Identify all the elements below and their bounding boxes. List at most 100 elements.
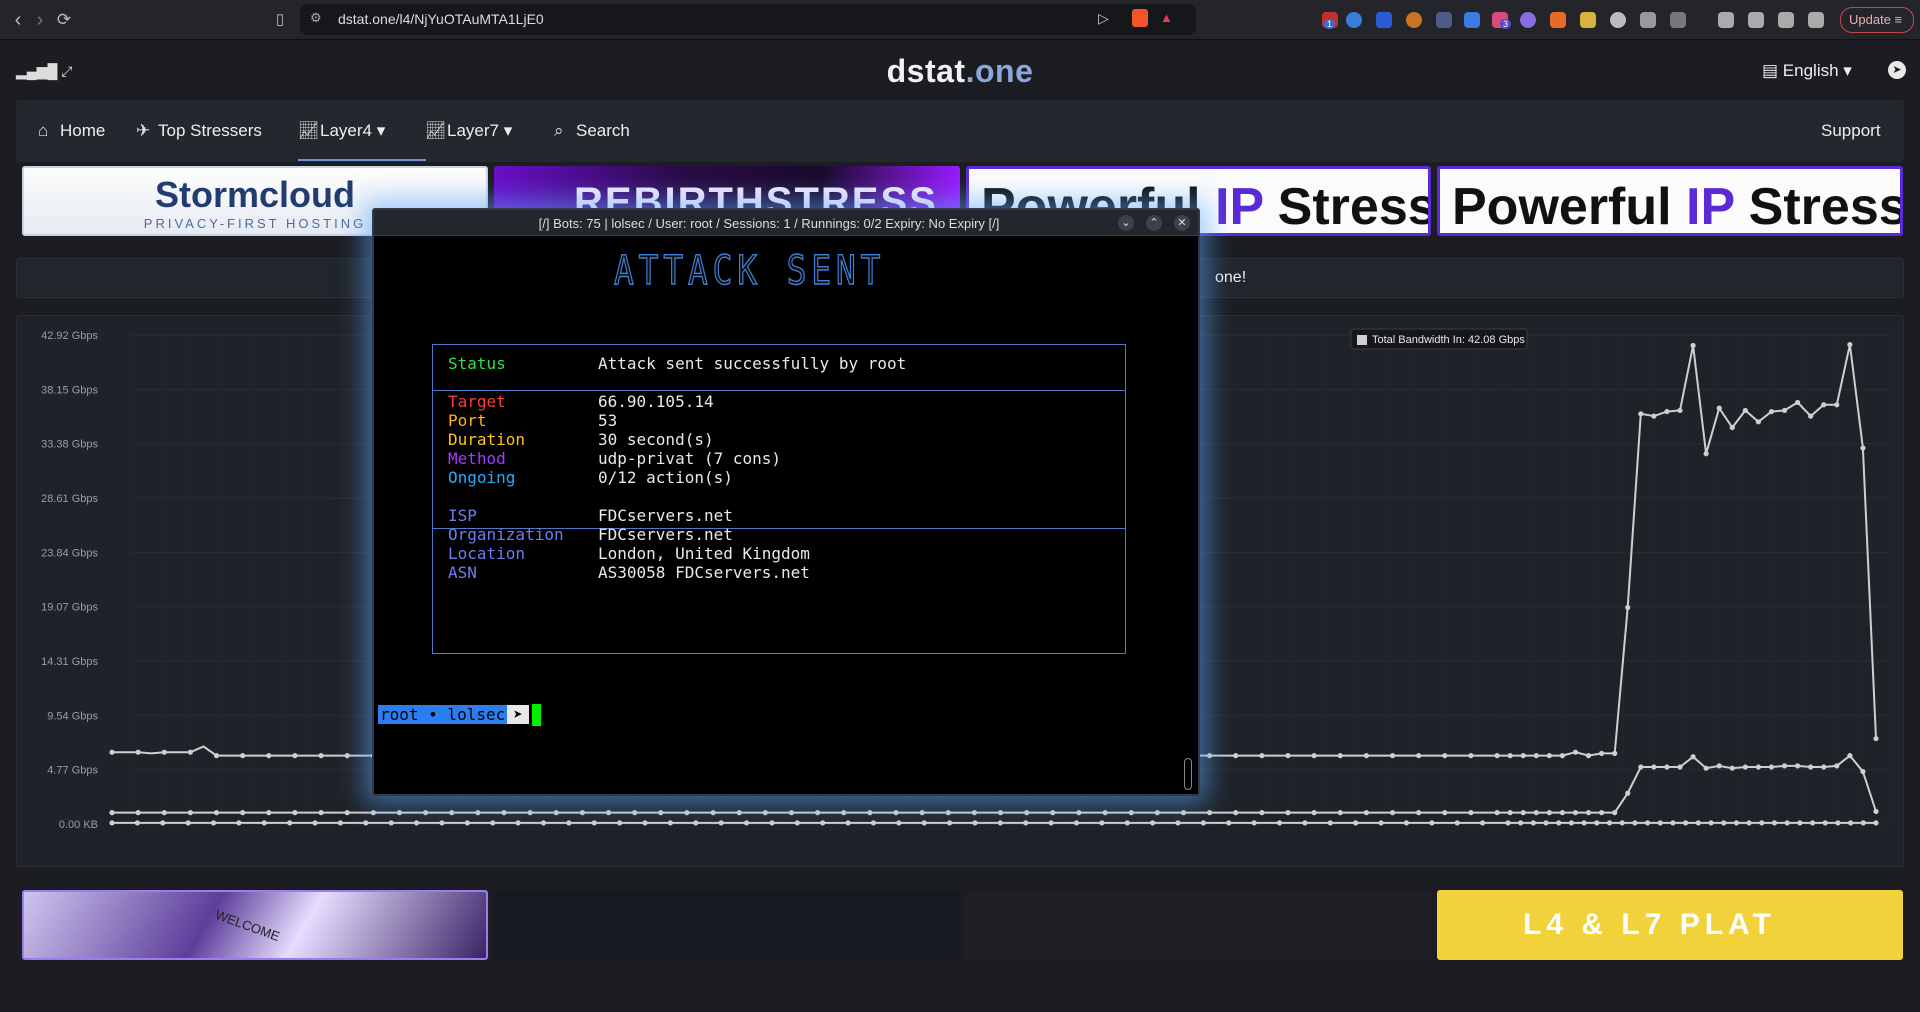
data-point[interactable] (1533, 753, 1539, 759)
data-point[interactable] (1808, 764, 1814, 770)
ad-banner-dark[interactable] (494, 890, 960, 960)
data-point[interactable] (135, 749, 141, 755)
data-point[interactable] (515, 820, 521, 826)
data-point[interactable] (1099, 820, 1105, 826)
data-point[interactable] (1847, 341, 1853, 348)
data-point[interactable] (1784, 820, 1790, 826)
nav-layer7[interactable]: 📈︎Layer7 ▾ (425, 100, 512, 162)
data-point[interactable] (1742, 764, 1748, 770)
bookmark-icon[interactable]: ▯ (268, 8, 292, 32)
data-point[interactable] (788, 810, 795, 816)
data-point[interactable] (449, 810, 455, 816)
data-point[interactable] (1507, 753, 1513, 759)
data-point[interactable] (1518, 820, 1524, 826)
data-point[interactable] (1207, 810, 1213, 816)
url-text[interactable]: dstat.one/l4/NjYuOTAuMTA1LjE0 (338, 11, 544, 27)
data-point[interactable] (1200, 820, 1206, 826)
data-point[interactable] (1677, 407, 1683, 414)
ad-banner-welcome[interactable]: WELCOME (22, 890, 488, 960)
data-point[interactable] (1533, 810, 1539, 816)
data-point[interactable] (490, 820, 496, 826)
data-point[interactable] (945, 810, 951, 816)
data-point[interactable] (893, 810, 899, 816)
data-point[interactable] (240, 810, 246, 816)
data-point[interactable] (1311, 753, 1317, 759)
data-point[interactable] (1638, 411, 1644, 417)
data-point[interactable] (1585, 810, 1592, 816)
data-point[interactable] (160, 820, 166, 826)
data-point[interactable] (1520, 810, 1526, 816)
data-point[interactable] (1128, 810, 1134, 816)
data-point[interactable] (1716, 763, 1722, 769)
data-point[interactable] (1073, 820, 1080, 826)
data-point[interactable] (1572, 810, 1579, 816)
data-point[interactable] (210, 820, 217, 826)
data-point[interactable] (1755, 419, 1761, 425)
data-point[interactable] (1795, 399, 1801, 406)
data-point[interactable] (684, 810, 690, 816)
data-point[interactable] (213, 753, 220, 759)
data-point[interactable] (370, 810, 376, 816)
data-point[interactable] (1695, 820, 1701, 826)
data-point[interactable] (1809, 820, 1816, 826)
data-point[interactable] (1651, 413, 1657, 419)
data-point[interactable] (867, 810, 873, 816)
data-point[interactable] (1821, 764, 1827, 770)
data-point[interactable] (1251, 820, 1257, 826)
data-point[interactable] (1768, 764, 1775, 770)
data-point[interactable] (1276, 820, 1283, 826)
command-prompt[interactable]: root • lolsec ➤ (378, 704, 541, 726)
data-point[interactable] (1822, 820, 1828, 826)
data-point[interactable] (1585, 753, 1592, 759)
data-point[interactable] (1594, 820, 1600, 826)
data-point[interactable] (605, 810, 612, 816)
data-point[interactable] (1759, 820, 1765, 826)
data-point[interactable] (1429, 820, 1435, 826)
data-point[interactable] (292, 810, 298, 816)
data-point[interactable] (1606, 820, 1613, 826)
data-point[interactable] (1468, 810, 1474, 816)
data-point[interactable] (1285, 810, 1291, 816)
data-point[interactable] (1755, 764, 1761, 770)
data-point[interactable] (1259, 753, 1265, 759)
ad-banner-platform[interactable]: L4 & L7 PLAT (1437, 890, 1903, 960)
data-point[interactable] (1389, 810, 1396, 816)
data-point[interactable] (972, 820, 978, 826)
data-point[interactable] (1102, 810, 1108, 816)
data-point[interactable] (1768, 408, 1775, 415)
data-point[interactable] (1050, 810, 1056, 816)
data-point[interactable] (870, 820, 877, 826)
data-point[interactable] (1226, 820, 1232, 826)
data-point[interactable] (1259, 810, 1265, 816)
data-point[interactable] (815, 810, 821, 816)
extension-icon[interactable] (1670, 12, 1686, 28)
data-point[interactable] (501, 810, 507, 816)
data-point[interactable] (1835, 820, 1841, 826)
data-point[interactable] (1651, 764, 1657, 770)
data-point[interactable] (236, 820, 242, 826)
data-point[interactable] (109, 749, 115, 755)
data-point[interactable] (318, 753, 324, 759)
data-point[interactable] (1507, 810, 1513, 816)
terminal-scrollbar[interactable] (1184, 758, 1192, 790)
data-point[interactable] (946, 820, 953, 826)
data-point[interactable] (109, 820, 115, 826)
data-point[interactable] (1664, 408, 1670, 415)
data-point[interactable] (1644, 820, 1651, 826)
data-point[interactable] (413, 820, 420, 826)
data-point[interactable] (1632, 820, 1638, 826)
data-point[interactable] (794, 820, 800, 826)
data-point[interactable] (845, 820, 851, 826)
bitwarden-icon[interactable] (1376, 12, 1392, 28)
extensions-puzzle-icon[interactable] (1640, 12, 1656, 28)
data-point[interactable] (1847, 753, 1853, 759)
data-point[interactable] (1638, 764, 1644, 770)
data-point[interactable] (642, 820, 648, 826)
extension-icon[interactable] (1520, 12, 1536, 28)
data-point[interactable] (1683, 820, 1689, 826)
data-point[interactable] (579, 810, 586, 816)
data-point[interactable] (1559, 753, 1565, 759)
data-point[interactable] (1150, 820, 1156, 826)
data-point[interactable] (841, 810, 847, 816)
data-point[interactable] (971, 810, 978, 816)
